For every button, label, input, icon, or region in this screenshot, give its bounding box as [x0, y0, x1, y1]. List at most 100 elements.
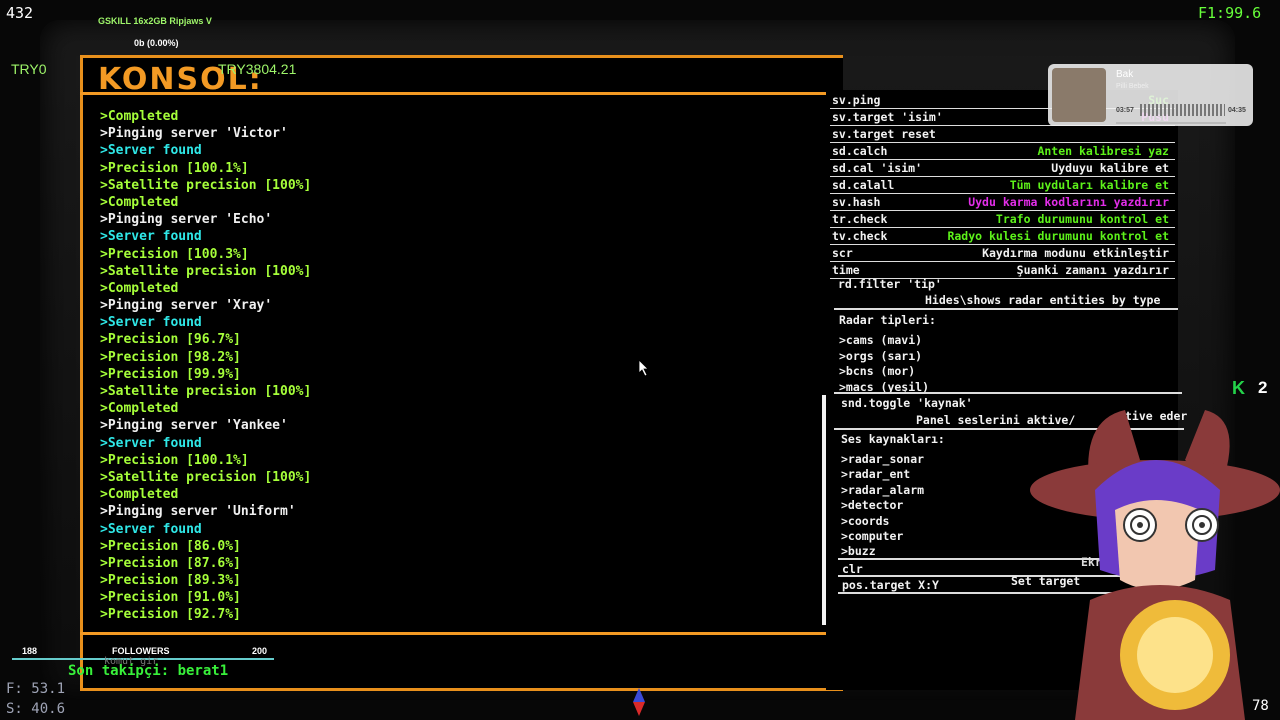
f-stat: F: 53.1	[6, 681, 66, 697]
help-command-row: sd.cal 'isim' Uyduyu kalibre et	[830, 160, 1175, 177]
console-line: >Satellite precision [100%]	[100, 177, 312, 193]
console-top-border	[80, 92, 840, 95]
console-line: >Pinging server 'Victor'	[100, 126, 288, 142]
sound-source-item: >coords	[841, 513, 890, 528]
help-command-name: time	[832, 263, 860, 277]
console-line: >Precision [96.7%]	[100, 332, 241, 348]
console-line: >Completed	[100, 401, 179, 417]
song-elapsed: 03:57	[1116, 107, 1134, 114]
console-line: >Completed	[100, 194, 179, 210]
song-artist: Pilli Bebek	[1116, 83, 1149, 90]
help-command-name: tr.check	[832, 212, 888, 226]
last-follower: Son takipçi: berat1	[68, 663, 229, 679]
sound-source-item: >detector	[841, 498, 904, 513]
help-command-description: Tüm uyduları kalibre et	[1009, 178, 1169, 192]
help-command-name: tv.check	[832, 229, 888, 243]
donation-left: TRY0	[11, 61, 47, 77]
song-duration: 04:35	[1228, 107, 1246, 114]
sound-sources-title: Ses kaynakları:	[841, 432, 945, 446]
followers-label: FOLLOWERS	[112, 646, 170, 656]
sound-source-item: >computer	[841, 529, 904, 543]
help-command-name: sv.hash	[832, 195, 881, 209]
help-command-description: Uyduyu kalibre et	[1051, 161, 1169, 175]
divider	[834, 392, 1182, 394]
console-line: >Precision [86.0%]	[100, 538, 241, 554]
console-line: >Completed	[100, 109, 179, 124]
help-command-row: sv.hash Uydu karma kodlarını yazdırır	[830, 194, 1175, 211]
radar-filter-description: Hides\shows radar entities by type	[925, 293, 1161, 307]
console-line: >Precision [100.1%]	[100, 160, 249, 176]
console-line: >Server found	[100, 143, 202, 159]
help-command-description: Kaydırma modunu etkinleştir	[982, 246, 1169, 260]
console-line: >Satellite precision [100%]	[100, 469, 312, 485]
help-command-row: sd.calch Anten kalibresi yaz	[830, 143, 1175, 160]
sound-source-item: >radar_ent	[841, 467, 911, 482]
console-line: >Satellite precision [100%]	[100, 263, 312, 279]
sound-source-item: >buzz	[841, 544, 876, 559]
help-command-description: Trafo durumunu kontrol et	[995, 212, 1169, 226]
sound-toggle-command: snd.toggle 'kaynak'	[841, 396, 973, 410]
kick-count: 2	[1258, 378, 1268, 397]
clr-command: clr	[842, 562, 863, 576]
console-line: >Precision [100.3%]	[100, 246, 249, 262]
console-log: >Completed >Pinging server 'Victor' >Serve…	[100, 108, 800, 624]
console-line: >Precision [92.7%]	[100, 607, 241, 623]
vtuber-avatar	[1030, 410, 1280, 720]
help-command-name: sv.target 'isim'	[832, 110, 943, 124]
radar-type-item: >bcns (mor)	[839, 364, 916, 378]
fps-counter: 432	[6, 4, 34, 22]
console-line: >Server found	[100, 435, 202, 451]
console-line: >Server found	[100, 521, 202, 537]
help-command-row: tr.check Trafo durumunu kontrol et	[830, 211, 1175, 228]
song-waveform	[1140, 104, 1225, 116]
help-command-name: sd.calch	[832, 144, 888, 158]
help-command-description: Anten kalibresi yaz	[1037, 144, 1169, 158]
song-title: Bak	[1116, 69, 1134, 80]
song-progress-bar	[1116, 122, 1226, 124]
ram-label: GSKILL 16x2GB Ripjaws V	[98, 16, 212, 26]
compass-marker-icon	[633, 688, 645, 716]
frame-stat: F1:99.6	[1198, 4, 1262, 22]
console-line: >Precision [89.3%]	[100, 573, 241, 589]
console-line: >Satellite precision [100%]	[100, 384, 312, 399]
divider	[834, 308, 1178, 310]
console-line: >Pinging server 'Xray'	[100, 298, 273, 314]
radar-filter-command: rd.filter 'tip'	[838, 277, 942, 291]
console-line: >Precision [99.9%]	[100, 366, 241, 382]
ram-value: 0b (0.00%)	[134, 38, 179, 48]
console-line: >Precision [98.2%]	[100, 349, 241, 365]
sound-source-item: >radar_sonar	[841, 452, 925, 466]
help-command-name: scr	[832, 246, 853, 260]
donation-right: TRY3804.21	[218, 61, 297, 77]
help-command-description: Radyo kulesi durumunu kontrol et	[947, 229, 1169, 243]
radar-types-title: Radar tipleri:	[839, 313, 936, 327]
help-command-description: Şuanki zamanı yazdırır	[1016, 263, 1169, 277]
help-command-row: sd.calall Tüm uyduları kalibre et	[830, 177, 1175, 194]
followers-current: 188	[22, 646, 38, 656]
help-command-description: Uydu karma kodlarını yazdırır	[968, 195, 1169, 209]
console-line: >Precision [91.0%]	[100, 590, 241, 606]
pos-target-command: pos.target X:Y	[842, 578, 939, 592]
mouse-cursor-icon	[639, 360, 649, 376]
console-line: >Precision [100.1%]	[100, 452, 249, 468]
console-line: >Precision [87.6%]	[100, 555, 241, 571]
help-command-row: tv.check Radyo kulesi durumunu kontrol et	[830, 228, 1175, 245]
sound-source-item: >radar_alarm	[841, 482, 925, 497]
radar-type-item: >orgs (sarı)	[839, 348, 923, 363]
console-line: >Pinging server 'Yankee'	[100, 418, 288, 434]
s-stat: S: 40.6	[6, 701, 66, 717]
console-line: >Pinging server 'Uniform'	[100, 504, 296, 520]
kick-icon: K	[1232, 378, 1245, 398]
help-command-row: sv.target reset	[830, 126, 1175, 143]
followers-goal: 200	[252, 646, 268, 656]
console-line: >Completed	[100, 487, 179, 503]
console-line: >Server found	[100, 229, 202, 245]
console-line: >Completed	[100, 280, 179, 296]
help-command-name: sd.calall	[832, 178, 895, 192]
help-command-name: sv.ping	[832, 93, 881, 107]
help-command-row: scr Kaydırma modunu etkinleştir	[830, 245, 1175, 262]
console-bottom-border	[80, 632, 840, 635]
help-command-name: sd.cal 'isim'	[832, 161, 923, 175]
console-line: >Pinging server 'Echo'	[100, 212, 273, 228]
album-art	[1052, 68, 1106, 122]
